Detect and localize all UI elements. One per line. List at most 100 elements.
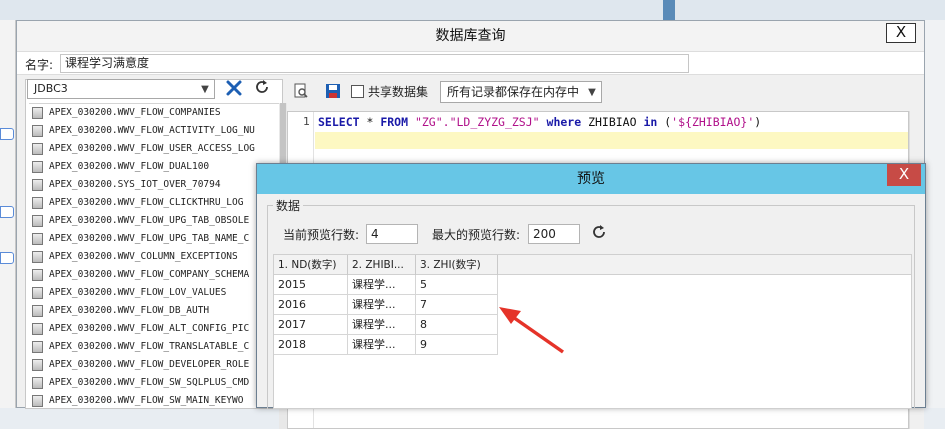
grid-header: 1. ND(数字) 2. ZHIBI... 3. ZHI(数字) [274, 255, 911, 275]
background-scroll-bar [663, 0, 675, 20]
memory-mode-value: 所有记录都保存在内存中 [447, 85, 580, 99]
strip-marker [0, 206, 14, 218]
preview-grid: 1. ND(数字) 2. ZHIBI... 3. ZHI(数字) 2015 课程… [273, 254, 912, 409]
sql-keyword: in [643, 115, 658, 129]
grid-cell[interactable]: 课程学... [348, 275, 416, 295]
column-header[interactable]: 2. ZHIBI... [348, 255, 416, 275]
connection-select[interactable]: JDBC3 ▼ [27, 79, 215, 99]
table-name: APEX_030200.WWV_FLOW_DEVELOPER_ROLE [49, 359, 250, 370]
table-name: APEX_030200.WWV_FLOW_CLICKTHRU_LOG [49, 197, 244, 208]
list-item[interactable]: APEX_030200.WWV_FLOW_ACTIVITY_LOG_NU [29, 122, 279, 140]
table-name: APEX_030200.WWV_FLOW_ACTIVITY_LOG_NU [49, 125, 255, 136]
refresh-icon[interactable] [251, 79, 273, 99]
table-icon [32, 125, 43, 137]
table-name: APEX_030200.WWV_FLOW_ALT_CONFIG_PIC [49, 323, 250, 334]
grid-cell[interactable]: 2018 [274, 335, 348, 355]
connection-value: JDBC3 [34, 82, 68, 95]
connection-settings-icon[interactable] [223, 79, 245, 99]
dialog-title: 数据库查询 [17, 21, 924, 51]
column-header[interactable]: 1. ND(数字) [274, 255, 348, 275]
sql-keyword: where [546, 115, 582, 129]
sql-token: ( [657, 115, 672, 129]
sql-string: "ZG"."LD_ZYZG_ZSJ" [408, 115, 547, 129]
table-name: APEX_030200.WWV_FLOW_SW_SQLPLUS_CMD [49, 377, 250, 388]
list-item[interactable]: APEX_030200.WWV_FLOW_COMPANY_SCHEMA [29, 266, 279, 284]
max-rows-input[interactable]: 200 [528, 224, 580, 244]
close-button[interactable]: X [886, 23, 916, 43]
share-dataset-checkbox[interactable] [351, 85, 364, 98]
grid-cell[interactable]: 课程学... [348, 295, 416, 315]
table-icon [32, 233, 43, 245]
list-item[interactable]: APEX_030200.WWV_FLOW_SW_SQLPLUS_CMD [29, 374, 279, 392]
list-item[interactable]: APEX_030200.WWV_FLOW_LOV_VALUES [29, 284, 279, 302]
list-item[interactable]: APEX_030200.SYS_IOT_OVER_70794 [29, 176, 279, 194]
sql-string: '${ZHIBIAO}' [671, 115, 755, 129]
grid-cell[interactable]: 8 [416, 315, 498, 335]
name-label: 名字: [25, 58, 54, 72]
grid-cell[interactable]: 5 [416, 275, 498, 295]
list-item[interactable]: APEX_030200.WWV_FLOW_DB_AUTH [29, 302, 279, 320]
table-icon [32, 161, 43, 173]
column-header[interactable]: 3. ZHI(数字) [416, 255, 498, 275]
close-button[interactable]: X [887, 164, 921, 186]
table-icon [32, 215, 43, 227]
sql-token: ) [754, 115, 762, 129]
table-icon [32, 323, 43, 335]
share-dataset-label: 共享数据集 [368, 85, 429, 99]
list-item[interactable]: APEX_030200.WWV_FLOW_DEVELOPER_ROLE [29, 356, 279, 374]
chevron-down-icon: ▼ [201, 84, 209, 95]
sql-text[interactable]: SELECT * FROM "ZG"."LD_ZYZG_ZSJ" where Z… [318, 115, 761, 129]
list-item[interactable]: APEX_030200.WWV_FLOW_SW_MAIN_KEYWO [29, 392, 279, 410]
sql-keyword: SELECT [318, 115, 360, 129]
table-name: APEX_030200.WWV_FLOW_UPG_TAB_NAME_C [49, 233, 250, 244]
list-item[interactable]: APEX_030200.WWV_FLOW_CLICKTHRU_LOG [29, 194, 279, 212]
table-name: APEX_030200.SYS_IOT_OVER_70794 [49, 179, 221, 190]
list-item[interactable]: APEX_030200.WWV_FLOW_COMPANIES [29, 104, 279, 122]
max-rows-label: 最大的预览行数: [432, 228, 521, 242]
preview-icon[interactable] [291, 83, 311, 103]
table-row: 2016 课程学... 7 [274, 295, 498, 315]
table-icon [32, 359, 43, 371]
table-name: APEX_030200.WWV_FLOW_UPG_TAB_OBSOLE [49, 215, 250, 226]
list-item[interactable]: APEX_030200.WWV_FLOW_TRANSLATABLE_C [29, 338, 279, 356]
table-name: APEX_030200.WWV_FLOW_USER_ACCESS_LOG [49, 143, 255, 154]
table-row: 2017 课程学... 8 [274, 315, 498, 335]
background-window-top [0, 0, 945, 20]
refresh-icon[interactable] [591, 224, 607, 244]
table-list: APEX_030200.WWV_FLOW_COMPANIES APEX_03020… [29, 103, 279, 429]
sql-token: ZHIBIAO [581, 115, 644, 129]
table-name: APEX_030200.WWV_FLOW_LOV_VALUES [49, 287, 227, 298]
grid-cell[interactable]: 9 [416, 335, 498, 355]
table-icon [32, 269, 43, 281]
table-name: APEX_030200.WWV_FLOW_TRANSLATABLE_C [49, 341, 250, 352]
list-item[interactable]: APEX_030200.WWV_FLOW_UPG_TAB_NAME_C [29, 230, 279, 248]
background-right-area [925, 20, 945, 408]
list-item[interactable]: APEX_030200.WWV_FLOW_UPG_TAB_OBSOLE [29, 212, 279, 230]
grid-cell[interactable]: 7 [416, 295, 498, 315]
table-name: APEX_030200.WWV_COLUMN_EXCEPTIONS [49, 251, 238, 262]
table-icon [32, 287, 43, 299]
memory-mode-select[interactable]: 所有记录都保存在内存中 ▼ [440, 81, 602, 103]
table-icon [32, 341, 43, 353]
name-input[interactable]: 课程学习满意度 [60, 54, 689, 73]
table-name: APEX_030200.WWV_FLOW_COMPANY_SCHEMA [49, 269, 250, 280]
list-item[interactable]: APEX_030200.WWV_COLUMN_EXCEPTIONS [29, 248, 279, 266]
grid-cell[interactable]: 2015 [274, 275, 348, 295]
list-item[interactable]: APEX_030200.WWV_FLOW_DUAL100 [29, 158, 279, 176]
grid-cell[interactable]: 2017 [274, 315, 348, 335]
grid-cell[interactable]: 课程学... [348, 335, 416, 355]
data-group-label: 数据 [273, 197, 304, 214]
table-name: APEX_030200.WWV_FLOW_DUAL100 [49, 161, 210, 172]
table-name: APEX_030200.WWV_FLOW_COMPANIES [49, 107, 221, 118]
table-name: APEX_030200.WWV_FLOW_SW_MAIN_KEYWO [49, 395, 244, 406]
strip-marker [0, 252, 14, 264]
list-item[interactable]: APEX_030200.WWV_FLOW_ALT_CONFIG_PIC [29, 320, 279, 338]
table-icon [32, 395, 43, 407]
save-icon[interactable] [323, 83, 343, 103]
line-number: 1 [303, 115, 310, 128]
sql-keyword: FROM [380, 115, 409, 129]
current-rows-input[interactable]: 4 [366, 224, 418, 244]
list-item[interactable]: APEX_030200.WWV_FLOW_USER_ACCESS_LOG [29, 140, 279, 158]
grid-cell[interactable]: 2016 [274, 295, 348, 315]
grid-cell[interactable]: 课程学... [348, 315, 416, 335]
